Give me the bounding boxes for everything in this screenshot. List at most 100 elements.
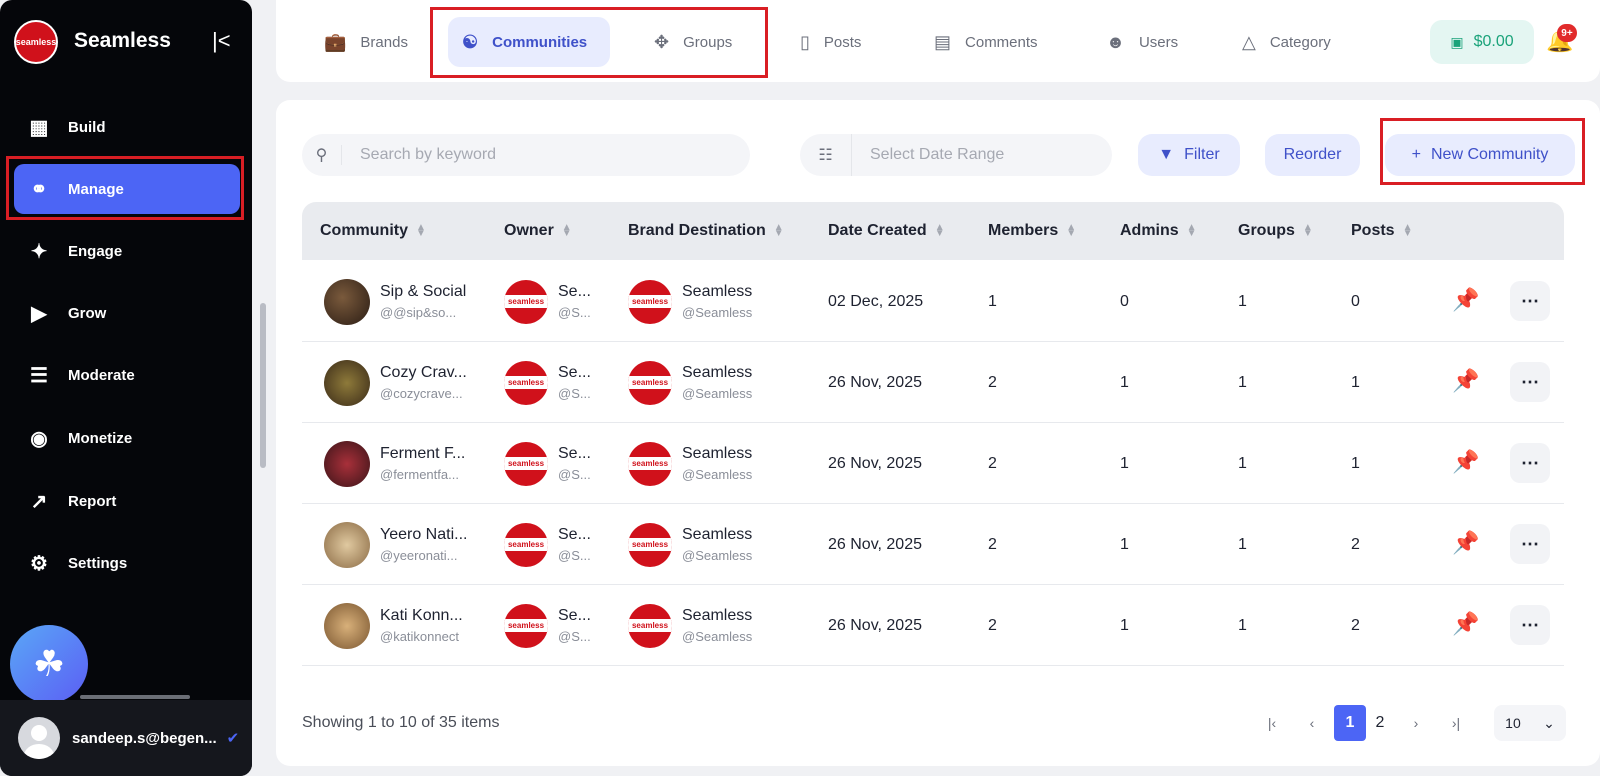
sidebar-item-grow[interactable]: ▶ Grow [14,288,240,338]
filter-button[interactable]: ▼ Filter [1138,134,1240,176]
sort-icon[interactable]: ▲ ▼ [1403,223,1413,239]
first-page-button[interactable]: |‹ [1256,705,1288,741]
table-row[interactable]: Ferment F... @fermentfa... seamless Se... @… [302,423,1564,504]
sidebar-item-report[interactable]: ↗ Report [14,476,240,526]
pin-icon[interactable]: 📌 [1452,530,1479,556]
sidebar-scrollbar[interactable] [80,695,190,699]
pagination-summary: Showing 1 to 10 of 35 items [302,714,500,731]
sort-icon[interactable]: ▲ ▼ [1303,223,1313,239]
date-range-box[interactable]: ☷ [800,134,1112,176]
owner-logo: seamless [504,279,548,324]
owner-name: Se... [558,364,591,381]
community-name[interactable]: Sip & Social [380,283,466,301]
posts-count: 2 [1351,535,1360,553]
owner-name: Se... [558,283,591,300]
next-page-button[interactable]: › [1400,705,1432,741]
page-size-select[interactable]: 10 ⌄ [1494,705,1566,741]
community-name[interactable]: Yeero Nati... [380,526,467,544]
wallet-balance[interactable]: ▣ $0.00 [1430,20,1534,64]
last-page-button[interactable]: ›| [1440,705,1472,741]
avatar [18,717,60,759]
table-row[interactable]: Kati Konn... @katikonnect seamless Se... @S… [302,585,1564,666]
user-profile[interactable]: sandeep.s@begen... ✔ [0,700,252,776]
admins-count: 1 [1120,373,1129,391]
page-1-button[interactable]: 1 [1334,705,1366,741]
highlight-box-manage [6,156,244,220]
date-created: 26 Nov, 2025 [828,454,922,472]
more-options-button[interactable]: ⋯ [1510,443,1550,483]
engage-icon: ✦ [30,240,48,263]
community-name[interactable]: Kati Konn... [380,607,463,625]
members-count: 2 [988,373,997,391]
tab-posts[interactable]: ▯ Posts [786,17,875,67]
sort-icon[interactable]: ▲ ▼ [935,223,945,239]
sidebar-item-moderate[interactable]: ☰ Moderate [14,350,240,400]
chevron-down-icon: ⌄ [1543,714,1555,731]
date-range-input[interactable] [870,146,1090,164]
more-options-button[interactable]: ⋯ [1510,362,1550,402]
pin-icon[interactable]: 📌 [1452,449,1479,475]
pin-icon[interactable]: 📌 [1452,287,1479,313]
tab-label: Brands [360,33,408,51]
brand-handle: @Seamless [682,467,753,482]
community-name[interactable]: Ferment F... [380,445,465,463]
posts-count: 1 [1351,373,1360,391]
sidebar-item-settings[interactable]: ⚙ Settings [14,538,240,588]
table-row[interactable]: Yeero Nati... @yeeronati... seamless Se...… [302,504,1564,585]
community-image [324,440,370,487]
owner-logo: seamless [504,603,548,648]
more-options-button[interactable]: ⋯ [1510,605,1550,645]
reorder-button[interactable]: Reorder [1265,134,1360,176]
sort-icon[interactable]: ▲ ▼ [1066,223,1076,239]
col-brand-destination[interactable]: Brand Destination ▲ ▼ [628,202,784,260]
highlight-box-tabs [430,7,768,78]
col-groups[interactable]: Groups ▲ ▼ [1238,202,1313,260]
admins-count: 1 [1120,454,1129,472]
verified-icon: ✔ [226,730,240,747]
tab-brands[interactable]: 💼 Brands [310,17,422,67]
sidebar-item-monetize[interactable]: ◉ Monetize [14,413,240,463]
community-image [324,359,370,406]
brand-logo-text: seamless [15,37,57,47]
community-handle: @cozycrave... [380,386,463,401]
col-members[interactable]: Members ▲ ▼ [988,202,1076,260]
sort-icon[interactable]: ▲ ▼ [562,223,572,239]
more-options-button[interactable]: ⋯ [1510,281,1550,321]
sidebar-item-label: Settings [68,554,128,572]
comment-icon: ▤ [934,31,952,52]
owner-handle: @S... [558,629,591,644]
page-scrollbar[interactable] [260,303,266,468]
sort-icon[interactable]: ▲ ▼ [416,223,426,239]
search-input[interactable] [360,146,700,164]
sort-icon[interactable]: ▲ ▼ [774,223,784,239]
tab-users[interactable]: ☻ Users [1092,17,1192,67]
brand-handle: @Seamless [682,305,753,320]
community-name[interactable]: Cozy Crav... [380,364,467,382]
col-label: Admins [1120,222,1179,239]
col-posts[interactable]: Posts ▲ ▼ [1351,202,1412,260]
sidebar-item-label: Monetize [68,429,133,447]
octopus-assistant-icon[interactable]: ☘ [10,625,88,703]
members-count: 2 [988,454,997,472]
col-date-created[interactable]: Date Created ▲ ▼ [828,202,945,260]
sort-icon[interactable]: ▲ ▼ [1187,223,1197,239]
search-box[interactable]: ⚲ [302,134,750,176]
table-row[interactable]: Cozy Crav... @cozycrave... seamless Se... @… [302,342,1564,423]
more-options-button[interactable]: ⋯ [1510,524,1550,564]
pin-icon[interactable]: 📌 [1452,611,1479,637]
tab-comments[interactable]: ▤ Comments [920,17,1052,67]
col-admins[interactable]: Admins ▲ ▼ [1120,202,1197,260]
col-owner[interactable]: Owner ▲ ▼ [504,202,572,260]
tab-category[interactable]: △ Category [1228,17,1345,67]
monetize-icon: ◉ [30,427,48,450]
col-label: Posts [1351,222,1395,239]
page-2-button[interactable]: 2 [1364,705,1396,741]
collapse-icon[interactable]: |< [212,28,231,54]
pin-icon[interactable]: 📌 [1452,368,1479,394]
prev-page-button[interactable]: ‹ [1296,705,1328,741]
owner-logo: seamless [504,441,548,486]
col-community[interactable]: Community ▲ ▼ [320,202,426,260]
sidebar-item-engage[interactable]: ✦ Engage [14,226,240,276]
table-row[interactable]: Sip & Social @@sip&so... seamless Se... @S.… [302,261,1564,342]
sidebar-item-build[interactable]: ▦ Build [14,102,240,152]
